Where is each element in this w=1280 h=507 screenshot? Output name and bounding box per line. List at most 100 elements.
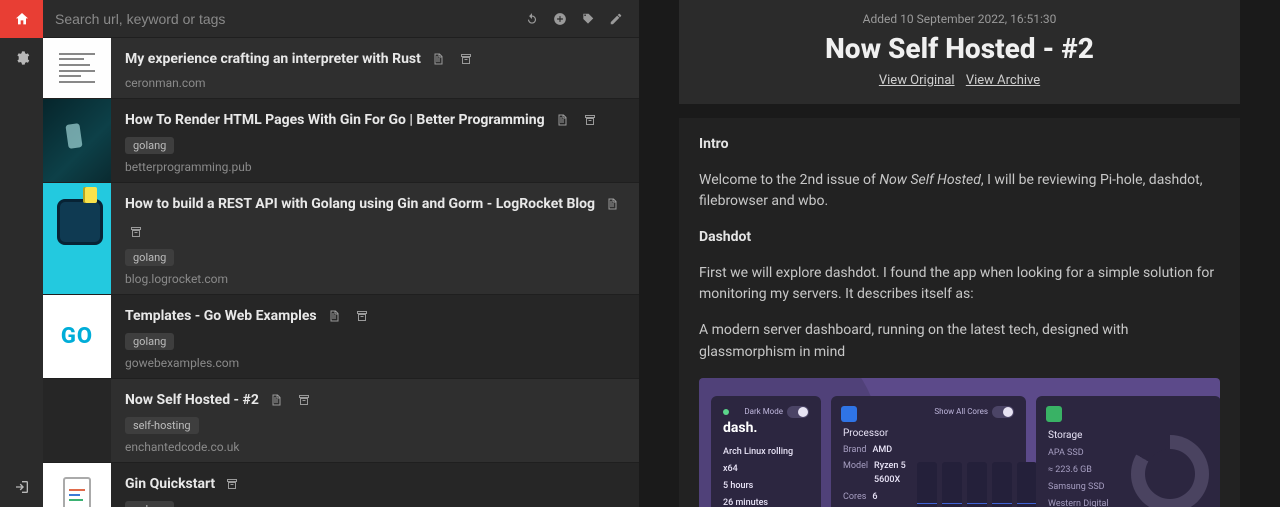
dash-brand: dash. [723, 418, 809, 440]
view-archive-link[interactable]: View Archive [966, 73, 1040, 88]
search-actions [521, 8, 631, 30]
dashdot-heading: Dashdot [699, 229, 751, 245]
bookmark-list: My experience crafting an interpreter wi… [43, 38, 639, 507]
added-timestamp: Added 10 September 2022, 16:51:30 [699, 12, 1220, 26]
reader-header: Added 10 September 2022, 16:51:30 Now Se… [679, 0, 1240, 104]
bookmark-thumbnail [43, 379, 111, 462]
tag[interactable]: golang [125, 137, 174, 154]
bookmark-title: Gin Quickstart [125, 476, 215, 492]
storage-chip-icon [1046, 406, 1062, 422]
file-text-icon[interactable] [323, 305, 345, 327]
tag[interactable]: self-hosting [125, 417, 199, 434]
intro-pre: Welcome to the 2nd issue of [699, 172, 879, 188]
bookmark-thumbnail [43, 99, 111, 182]
bookmark-thumbnail: GO [43, 295, 111, 378]
bookmark-item[interactable]: Now Self Hosted - #2 self-hosting enchante… [43, 379, 639, 463]
archive-icon[interactable] [455, 48, 477, 70]
dash-row: Samsung SSD [1048, 481, 1121, 495]
reader-links: View Original View Archive [699, 73, 1220, 88]
bookmark-tags: golang [125, 333, 627, 350]
bookmark-title: Now Self Hosted - #2 [125, 392, 259, 408]
cpu-chip-icon [841, 406, 857, 422]
bookmark-body: How To Render HTML Pages With Gin For Go… [111, 99, 639, 182]
logout-button[interactable] [0, 467, 43, 507]
intro-em: Now Self Hosted [879, 172, 981, 188]
gear-icon [14, 50, 30, 66]
bookmark-item[interactable]: Gin Quickstart golang [43, 463, 639, 507]
dash-row: Western Digital HD [1048, 498, 1121, 507]
settings-button[interactable] [0, 38, 43, 78]
file-text-icon[interactable] [551, 109, 573, 131]
bookmark-body: How to build a REST API with Golang usin… [111, 183, 639, 294]
bookmark-body: Now Self Hosted - #2 self-hosting enchante… [111, 379, 639, 462]
tag[interactable]: golang [125, 501, 174, 507]
search-input[interactable] [51, 5, 521, 33]
bookmark-item[interactable]: How to build a REST API with Golang usin… [43, 183, 639, 295]
archive-icon[interactable] [221, 473, 243, 495]
bookmark-domain: enchantedcode.co.uk [125, 440, 627, 454]
bookmark-tags: self-hosting [125, 417, 627, 434]
file-text-icon[interactable] [601, 193, 623, 215]
bookmark-item[interactable]: GO Templates - Go Web Examples golang goweb… [43, 295, 639, 379]
dash-row: BrandAMD [843, 444, 907, 458]
tags-button[interactable] [577, 8, 599, 30]
bookmark-thumbnail [43, 183, 111, 294]
add-button[interactable] [549, 8, 571, 30]
reader-pane: Added 10 September 2022, 16:51:30 Now Se… [679, 0, 1280, 507]
bookmark-item[interactable]: How To Render HTML Pages With Gin For Go… [43, 99, 639, 183]
bookmark-thumbnail [43, 463, 111, 507]
edit-button[interactable] [605, 8, 627, 30]
dash-row: x64 [723, 463, 809, 477]
home-button[interactable] [0, 0, 43, 38]
dark-mode-toggle [787, 406, 809, 418]
bookmark-tags: golang [125, 137, 627, 154]
storage-donut [1131, 435, 1209, 507]
bookmark-item[interactable]: My experience crafting an interpreter wi… [43, 38, 639, 99]
dash-screenshot: Dark Mode dash. Arch Linux rollingx645 h… [699, 378, 1220, 507]
archive-icon[interactable] [351, 305, 373, 327]
dashdot-p1: First we will explore dashdot. I found t… [699, 263, 1220, 306]
dash-row: 5 hours [723, 480, 809, 494]
archive-icon[interactable] [579, 109, 601, 131]
search-bar [43, 0, 639, 38]
bookmark-tags: golang [125, 501, 627, 507]
archive-icon[interactable] [125, 221, 147, 243]
bookmark-column: My experience crafting an interpreter wi… [43, 0, 639, 507]
left-rail [0, 0, 43, 507]
view-original-link[interactable]: View Original [879, 73, 955, 88]
dark-mode-label: Dark Mode [744, 407, 783, 416]
tag[interactable]: golang [125, 249, 174, 266]
reader-content: Intro Welcome to the 2nd issue of Now Se… [679, 118, 1240, 507]
bookmark-title: Templates - Go Web Examples [125, 308, 317, 324]
plus-circle-icon [553, 12, 567, 26]
file-text-icon[interactable] [427, 48, 449, 70]
intro-heading: Intro [699, 136, 729, 152]
dashdot-p2: A modern server dashboard, running on th… [699, 320, 1220, 363]
refresh-button[interactable] [521, 8, 543, 30]
gutter [639, 0, 679, 507]
bookmark-domain: gowebexamples.com [125, 356, 627, 370]
dash-row: APA SSD [1048, 447, 1121, 461]
tags-icon [581, 12, 595, 26]
dash-row: ≈ 223.6 GB [1048, 464, 1121, 478]
bookmark-tags: golang [125, 249, 627, 266]
show-all-cores-label: Show All Cores [934, 407, 988, 416]
archive-icon[interactable] [293, 389, 315, 411]
dash-row: 26 minutes [723, 497, 809, 507]
app-root: My experience crafting an interpreter wi… [0, 0, 1280, 507]
dash-row: ModelRyzen 5 5600X [843, 460, 907, 488]
reader-title: Now Self Hosted - #2 [699, 32, 1220, 65]
tag[interactable]: golang [125, 333, 174, 350]
home-icon [14, 11, 30, 27]
bookmark-body: Gin Quickstart golang [111, 463, 639, 507]
show-all-cores-toggle [992, 406, 1014, 418]
bookmark-domain: ceronman.com [125, 76, 627, 90]
bookmark-domain: blog.logrocket.com [125, 272, 627, 286]
bookmark-title: How to build a REST API with Golang usin… [125, 196, 595, 212]
bookmark-body: My experience crafting an interpreter wi… [111, 38, 639, 98]
file-text-icon[interactable] [265, 389, 287, 411]
intro-paragraph: Welcome to the 2nd issue of Now Self Hos… [699, 170, 1220, 213]
refresh-icon [525, 12, 539, 26]
processor-title: Processor [843, 426, 1014, 442]
pencil-icon [609, 12, 623, 26]
